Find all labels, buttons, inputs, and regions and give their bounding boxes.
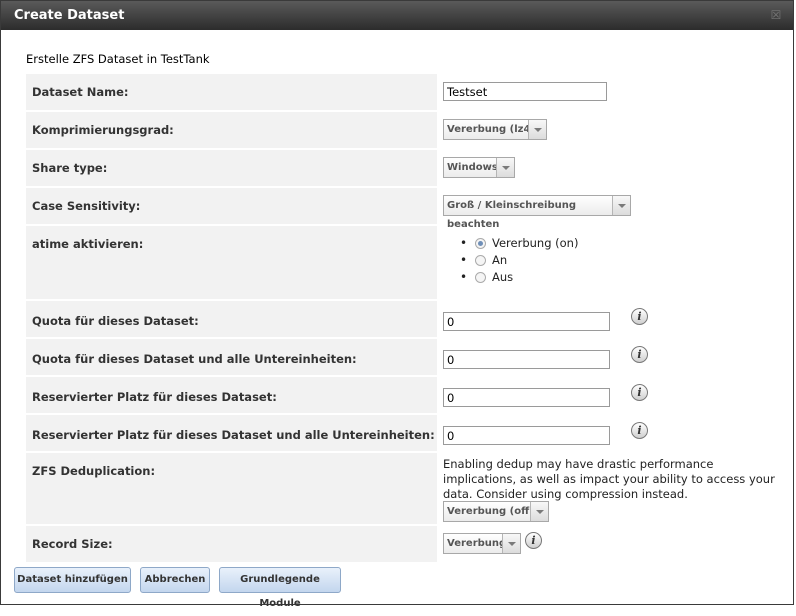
chevron-down-icon — [528, 120, 546, 139]
atime-option-label: Aus — [492, 270, 514, 284]
atime-label: atime aktivieren: — [26, 226, 437, 299]
reserved-children-value-cell: i — [441, 415, 795, 451]
row-compression: Komprimierungsgrad: Vererbung (lz4) — [26, 112, 795, 148]
atime-radio-group: Vererbung (on) An Aus — [460, 235, 579, 286]
row-share-type: Share type: Windows — [26, 150, 795, 186]
row-dedup: ZFS Deduplication: Enabling dedup may ha… — [26, 453, 795, 524]
row-record-size: Record Size: Vererbung i — [26, 526, 795, 562]
info-icon[interactable]: i — [631, 384, 648, 401]
add-dataset-button[interactable]: Dataset hinzufügen — [14, 567, 131, 593]
reserved-children-label: Reservierter Platz für dieses Dataset un… — [26, 415, 437, 451]
share-type-label: Share type: — [26, 150, 437, 186]
info-icon[interactable]: i — [525, 532, 542, 549]
record-size-selected-value: Vererbung — [447, 538, 507, 549]
chevron-down-icon — [502, 534, 520, 553]
row-quota: Quota für dieses Dataset: i — [26, 301, 795, 337]
row-reserved: Reservierter Platz für dieses Dataset: i — [26, 377, 795, 413]
atime-value-cell: Vererbung (on) An Aus — [441, 226, 741, 299]
dialog-title: Create Dataset — [14, 8, 125, 23]
atime-option-label: Vererbung (on) — [492, 236, 579, 250]
radio-checked-icon[interactable] — [475, 238, 486, 249]
reserved-input[interactable] — [443, 388, 610, 407]
quota-value-cell: i — [441, 301, 795, 337]
dedup-value-cell: Enabling dedup may have drastic performa… — [441, 453, 795, 524]
info-icon[interactable]: i — [631, 346, 648, 363]
reserved-label: Reservierter Platz für dieses Dataset: — [26, 377, 437, 413]
dedup-warning-text: Enabling dedup may have drastic performa… — [443, 457, 775, 501]
reserved-children-input[interactable] — [443, 426, 610, 445]
cancel-button[interactable]: Abbrechen — [140, 567, 210, 593]
dataset-name-label: Dataset Name: — [26, 74, 437, 110]
row-reserved-children: Reservierter Platz für dieses Dataset un… — [26, 415, 795, 451]
quota-input[interactable] — [443, 312, 610, 331]
row-atime: atime aktivieren: Vererbung (on) An Aus — [26, 226, 795, 299]
close-icon[interactable]: ☒ — [769, 8, 783, 22]
radio-unchecked-icon[interactable] — [475, 272, 486, 283]
info-icon[interactable]: i — [631, 422, 648, 439]
compression-selected-value: Vererbung (lz4) — [447, 124, 536, 135]
dedup-select[interactable]: Vererbung (off) — [443, 501, 549, 522]
dedup-label: ZFS Deduplication: — [26, 453, 437, 524]
atime-option-label: An — [492, 253, 508, 267]
reserved-value-cell: i — [441, 377, 795, 413]
basic-modules-button[interactable]: Grundlegende Module — [219, 567, 341, 609]
dedup-selected-value: Vererbung (off) — [447, 506, 534, 517]
row-case-sensitivity: Case Sensitivity: Groß / Kleinschreibung… — [26, 188, 795, 230]
atime-option-off[interactable]: Aus — [460, 269, 578, 286]
chevron-down-icon — [612, 196, 630, 215]
compression-select[interactable]: Vererbung (lz4) — [443, 119, 547, 140]
share-type-select[interactable]: Windows — [443, 157, 515, 178]
create-dataset-dialog: Create Dataset ☒ Erstelle ZFS Dataset in… — [0, 0, 795, 609]
share-type-selected-value: Windows — [447, 162, 498, 173]
chevron-down-icon — [496, 158, 514, 177]
row-quota-children: Quota für dieses Dataset und alle Untere… — [26, 339, 795, 375]
record-size-value-cell: Vererbung i — [441, 526, 795, 562]
case-sensitivity-label: Case Sensitivity: — [26, 188, 437, 224]
info-icon[interactable]: i — [631, 308, 648, 325]
atime-option-inherit[interactable]: Vererbung (on) — [460, 235, 579, 252]
compression-label: Komprimierungsgrad: — [26, 112, 437, 148]
chevron-down-icon — [530, 502, 548, 521]
record-size-select[interactable]: Vererbung — [443, 533, 521, 554]
case-sensitivity-select[interactable]: Groß / Kleinschreibung beachten — [443, 195, 631, 230]
radio-unchecked-icon[interactable] — [475, 255, 486, 266]
record-size-label: Record Size: — [26, 526, 437, 562]
quota-children-label: Quota für dieses Dataset und alle Untere… — [26, 339, 437, 375]
dialog-titlebar: Create Dataset ☒ — [1, 1, 793, 30]
atime-option-on[interactable]: An — [460, 252, 578, 269]
dialog-subtitle: Erstelle ZFS Dataset in TestTank — [26, 52, 210, 66]
quota-children-input[interactable] — [443, 350, 610, 369]
quota-children-value-cell: i — [441, 339, 795, 375]
row-dataset-name: Dataset Name: — [26, 74, 795, 110]
dataset-name-input[interactable] — [443, 82, 607, 101]
quota-label: Quota für dieses Dataset: — [26, 301, 437, 337]
